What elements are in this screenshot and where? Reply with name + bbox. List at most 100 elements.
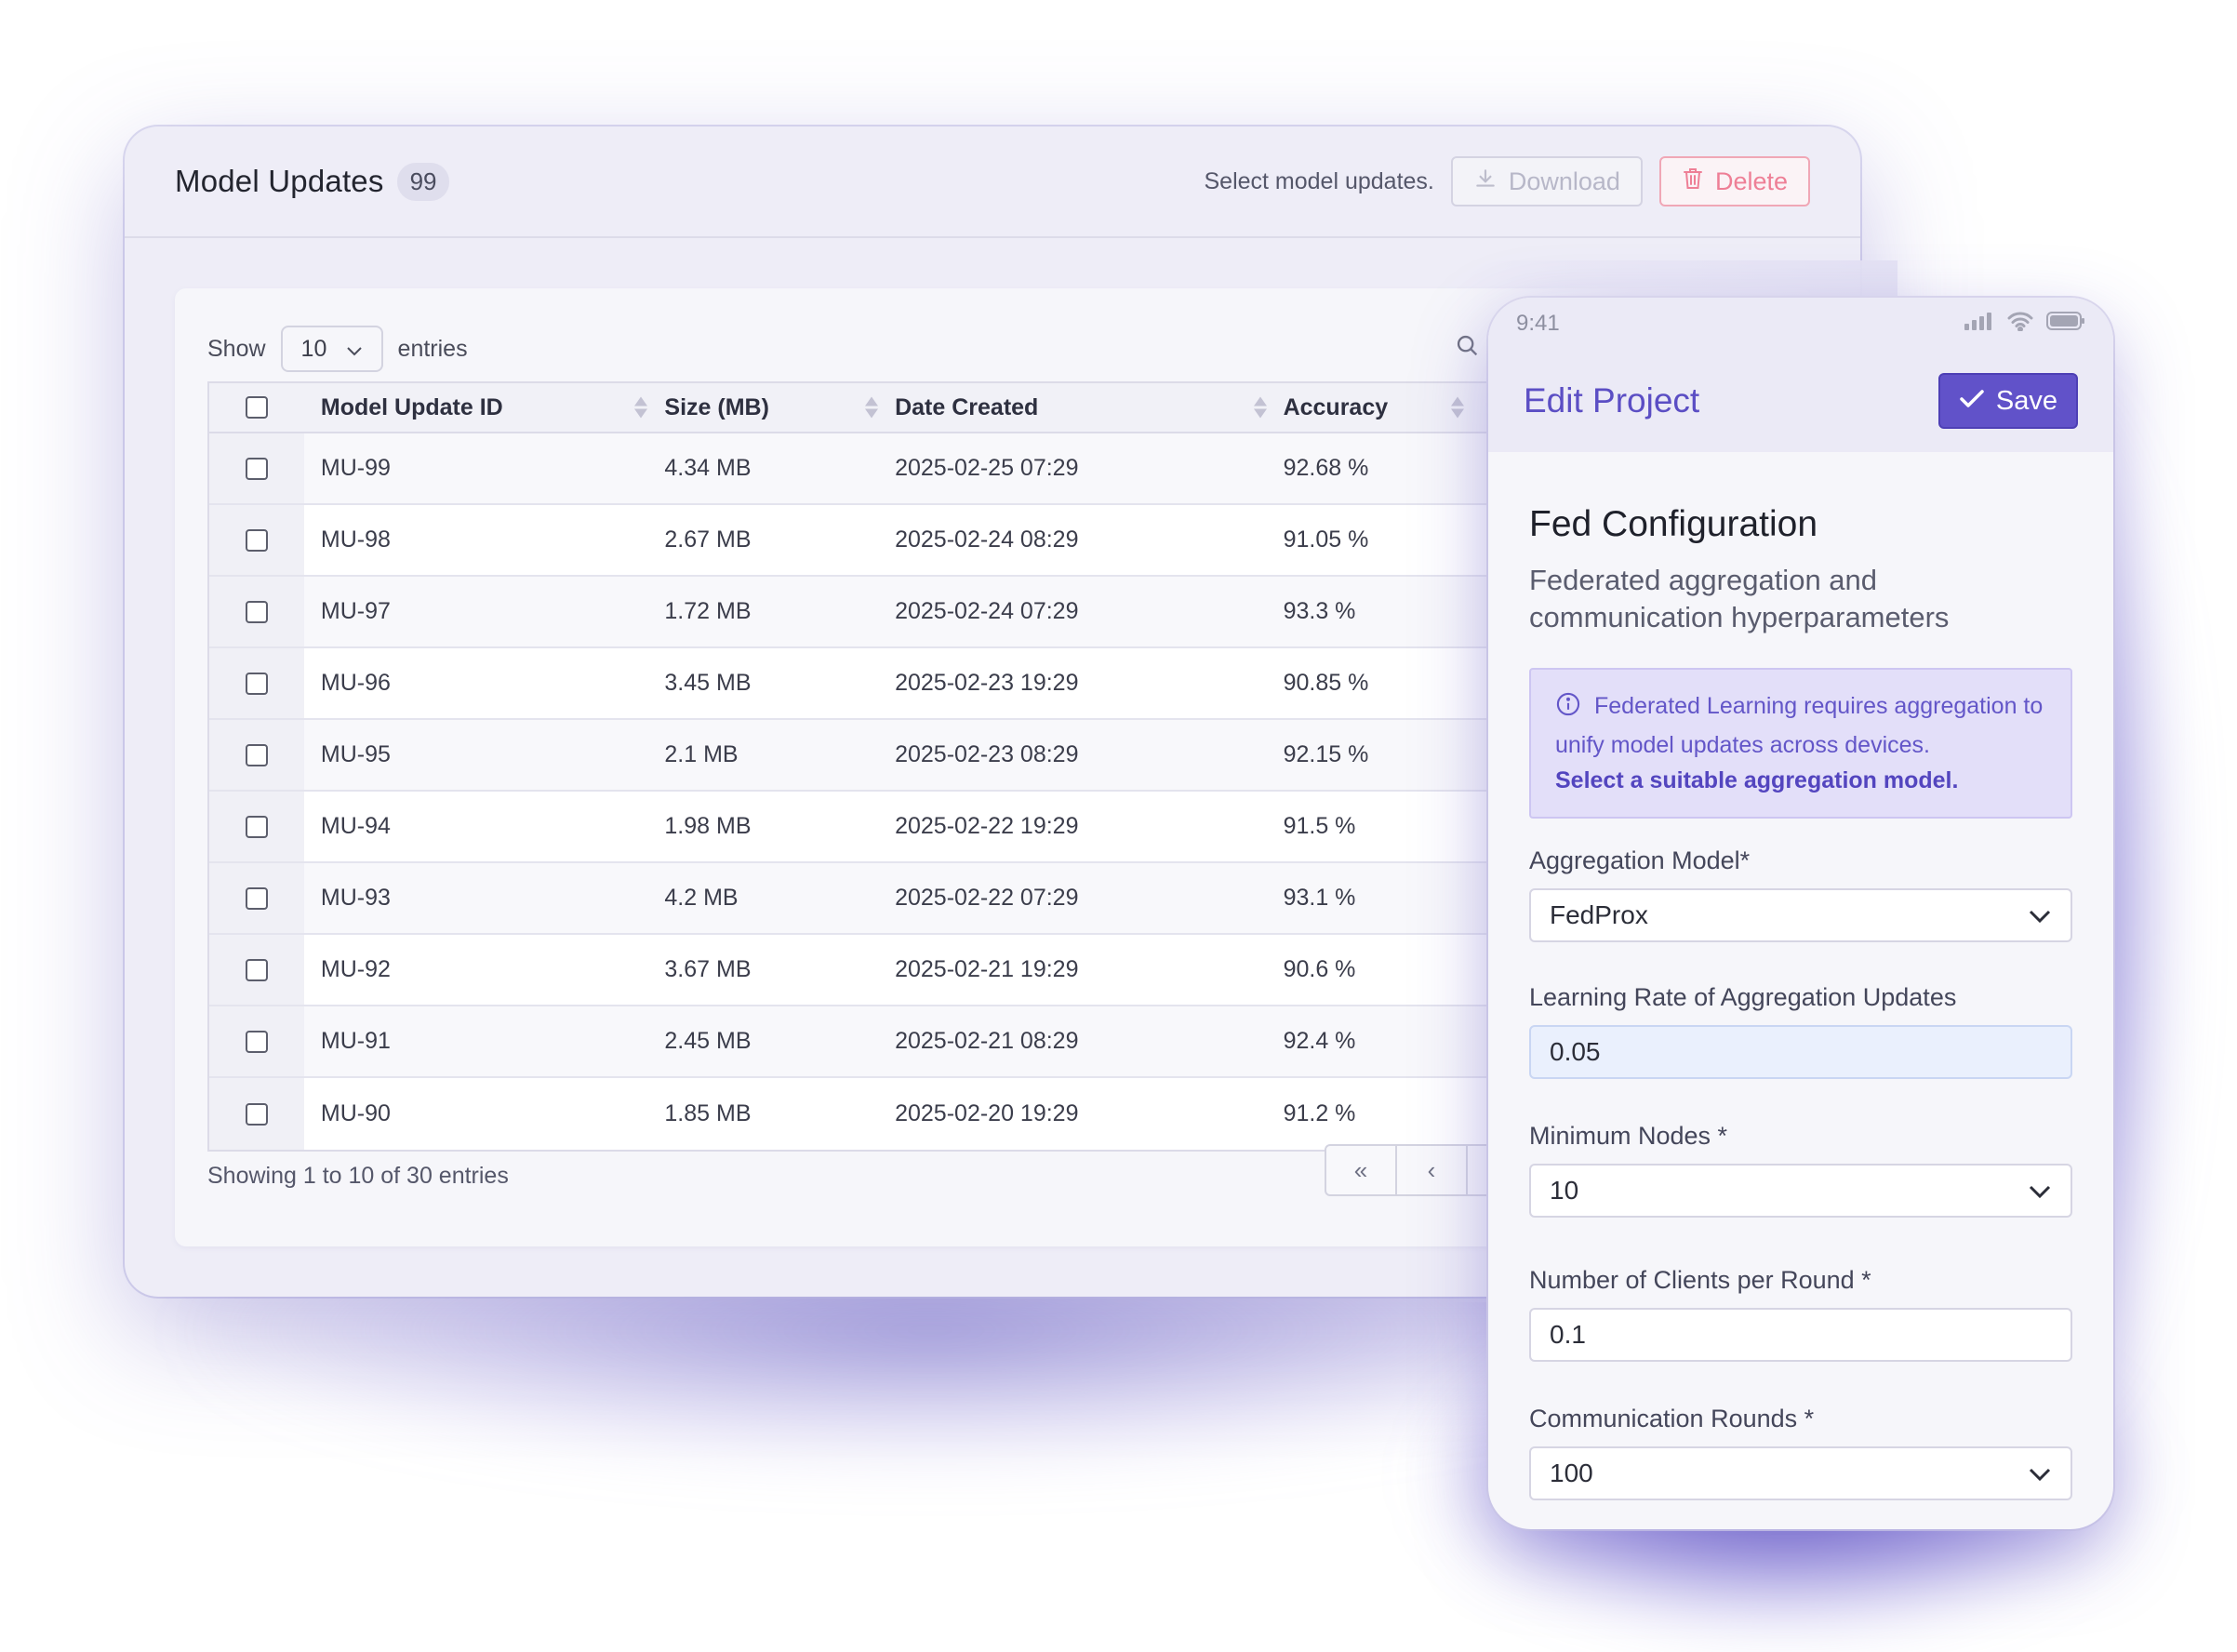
minimum-nodes-group: Minimum Nodes * 10	[1529, 1122, 2072, 1218]
learning-rate-group: Learning Rate of Aggregation Updates 0.0…	[1529, 983, 2072, 1079]
learning-rate-label: Learning Rate of Aggregation Updates	[1529, 983, 1957, 1011]
cell-date: 2025-02-22 19:29	[895, 813, 1079, 839]
window-header: Model Updates 99 Select model updates. D…	[125, 127, 1860, 238]
row-checkbox[interactable]	[245, 672, 268, 695]
cell-date: 2025-02-24 08:29	[895, 526, 1079, 553]
cell-size: 3.45 MB	[664, 670, 752, 696]
info-notice: Federated Learning requires aggregation …	[1529, 668, 2072, 819]
section-title: Fed Configuration	[1529, 504, 1818, 544]
cell-size: 4.34 MB	[664, 455, 752, 481]
cell-id: MU-99	[320, 455, 391, 481]
delete-button[interactable]: Delete	[1658, 156, 1810, 206]
section-subtitle: Federated aggregation and communication …	[1529, 564, 1950, 633]
download-button[interactable]: Download	[1450, 156, 1643, 206]
clients-per-round-group: Number of Clients per Round * 0.1	[1529, 1266, 2072, 1362]
minimum-nodes-select[interactable]: 10	[1529, 1164, 2072, 1218]
cell-size: 1.98 MB	[664, 813, 752, 839]
learning-rate-value: 0.05	[1550, 1037, 1601, 1066]
header-actions: Select model updates. Download Delete	[1204, 156, 1810, 206]
entries-select-value: 10	[300, 335, 327, 362]
row-checkbox[interactable]	[245, 528, 268, 552]
cell-date: 2025-02-22 07:29	[895, 885, 1079, 911]
selection-hint: Select model updates.	[1204, 167, 1434, 194]
phone-header: Edit Project Save	[1488, 350, 2113, 452]
sort-icon	[865, 396, 879, 419]
notice-bold-text: Select a suitable aggregation model.	[1555, 767, 1959, 793]
cell-date: 2025-02-24 07:29	[895, 598, 1079, 624]
status-time: 9:41	[1516, 311, 1560, 336]
minimum-nodes-value: 10	[1550, 1176, 1579, 1205]
clients-per-round-input[interactable]: 0.1	[1529, 1308, 2072, 1362]
clients-per-round-value: 0.1	[1550, 1320, 1586, 1349]
aggregation-model-select[interactable]: FedProx	[1529, 888, 2072, 942]
first-page-button[interactable]: «	[1326, 1146, 1397, 1194]
save-label: Save	[1995, 385, 2057, 416]
row-checkbox[interactable]	[245, 743, 268, 766]
cell-size: 4.2 MB	[664, 885, 739, 911]
signal-icon	[1964, 311, 1994, 337]
wifi-icon	[2007, 311, 2033, 338]
column-header-size[interactable]: Size (MB)	[664, 394, 895, 421]
cell-id: MU-94	[320, 813, 391, 839]
sort-icon	[634, 396, 648, 419]
entries-label: entries	[397, 335, 468, 362]
row-checkbox[interactable]	[245, 457, 268, 480]
cell-id: MU-96	[320, 670, 391, 696]
table-info: Showing 1 to 10 of 30 entries	[207, 1163, 509, 1189]
row-checkbox[interactable]	[245, 958, 268, 981]
count-badge: 99	[396, 162, 450, 201]
cell-date: 2025-02-25 07:29	[895, 455, 1079, 481]
row-checkbox[interactable]	[245, 886, 268, 910]
cell-date: 2025-02-21 19:29	[895, 956, 1079, 982]
aggregation-model-label: Aggregation Model*	[1529, 846, 1751, 874]
entries-select[interactable]: 10	[280, 326, 383, 372]
check-icon	[1959, 386, 1985, 417]
cell-id: MU-98	[320, 526, 391, 553]
config-form: Fed Configuration Federated aggregation …	[1488, 504, 2113, 1500]
notice-text: Federated Learning requires aggregation …	[1555, 693, 2044, 758]
column-header-id[interactable]: Model Update ID	[304, 394, 665, 421]
clients-per-round-label: Number of Clients per Round *	[1529, 1266, 1871, 1294]
communication-rounds-value: 100	[1550, 1459, 1593, 1487]
cell-date: 2025-02-23 19:29	[895, 670, 1079, 696]
entries-control: Show 10 entries	[207, 326, 468, 372]
save-button[interactable]: Save	[1937, 373, 2078, 429]
battery-icon	[2046, 311, 2085, 338]
show-label: Show	[207, 335, 266, 362]
column-header-date[interactable]: Date Created	[895, 394, 1283, 421]
row-checkbox[interactable]	[245, 600, 268, 623]
edit-project-title: Edit Project	[1524, 381, 1700, 420]
select-all-cell	[209, 383, 304, 432]
aggregation-model-value: FedProx	[1550, 900, 1648, 929]
download-label: Download	[1508, 167, 1620, 195]
communication-rounds-label: Communication Rounds *	[1529, 1405, 1815, 1432]
status-icons	[1964, 311, 2085, 338]
cell-date: 2025-02-23 08:29	[895, 741, 1079, 767]
chevron-down-icon	[2028, 1176, 2052, 1206]
cell-id: MU-97	[320, 598, 391, 624]
row-checkbox[interactable]	[245, 815, 268, 838]
edit-project-phone: 9:41 Edit Project Save Fed Configuration…	[1488, 298, 2113, 1529]
row-checkbox[interactable]	[245, 1102, 268, 1126]
cell-id: MU-93	[320, 885, 391, 911]
cell-id: MU-95	[320, 741, 391, 767]
select-all-checkbox[interactable]	[245, 396, 268, 419]
communication-rounds-group: Communication Rounds * 100	[1529, 1405, 2072, 1500]
cell-size: 2.67 MB	[664, 526, 752, 553]
trash-icon	[1682, 167, 1704, 197]
chevron-down-icon	[346, 336, 363, 363]
cell-size: 1.72 MB	[664, 598, 752, 624]
cell-size: 3.67 MB	[664, 956, 752, 982]
learning-rate-input[interactable]: 0.05	[1529, 1025, 2072, 1079]
minimum-nodes-label: Minimum Nodes *	[1529, 1122, 1728, 1150]
chevron-down-icon	[2028, 1459, 2052, 1488]
status-bar: 9:41	[1488, 298, 2113, 350]
cell-size: 1.85 MB	[664, 1100, 752, 1126]
cell-id: MU-90	[320, 1100, 391, 1126]
row-checkbox[interactable]	[245, 1030, 268, 1053]
sort-icon	[1253, 396, 1267, 419]
cell-size: 2.45 MB	[664, 1028, 752, 1054]
info-icon	[1555, 691, 1581, 727]
communication-rounds-select[interactable]: 100	[1529, 1446, 2072, 1500]
page-title: Model Updates	[175, 164, 384, 198]
